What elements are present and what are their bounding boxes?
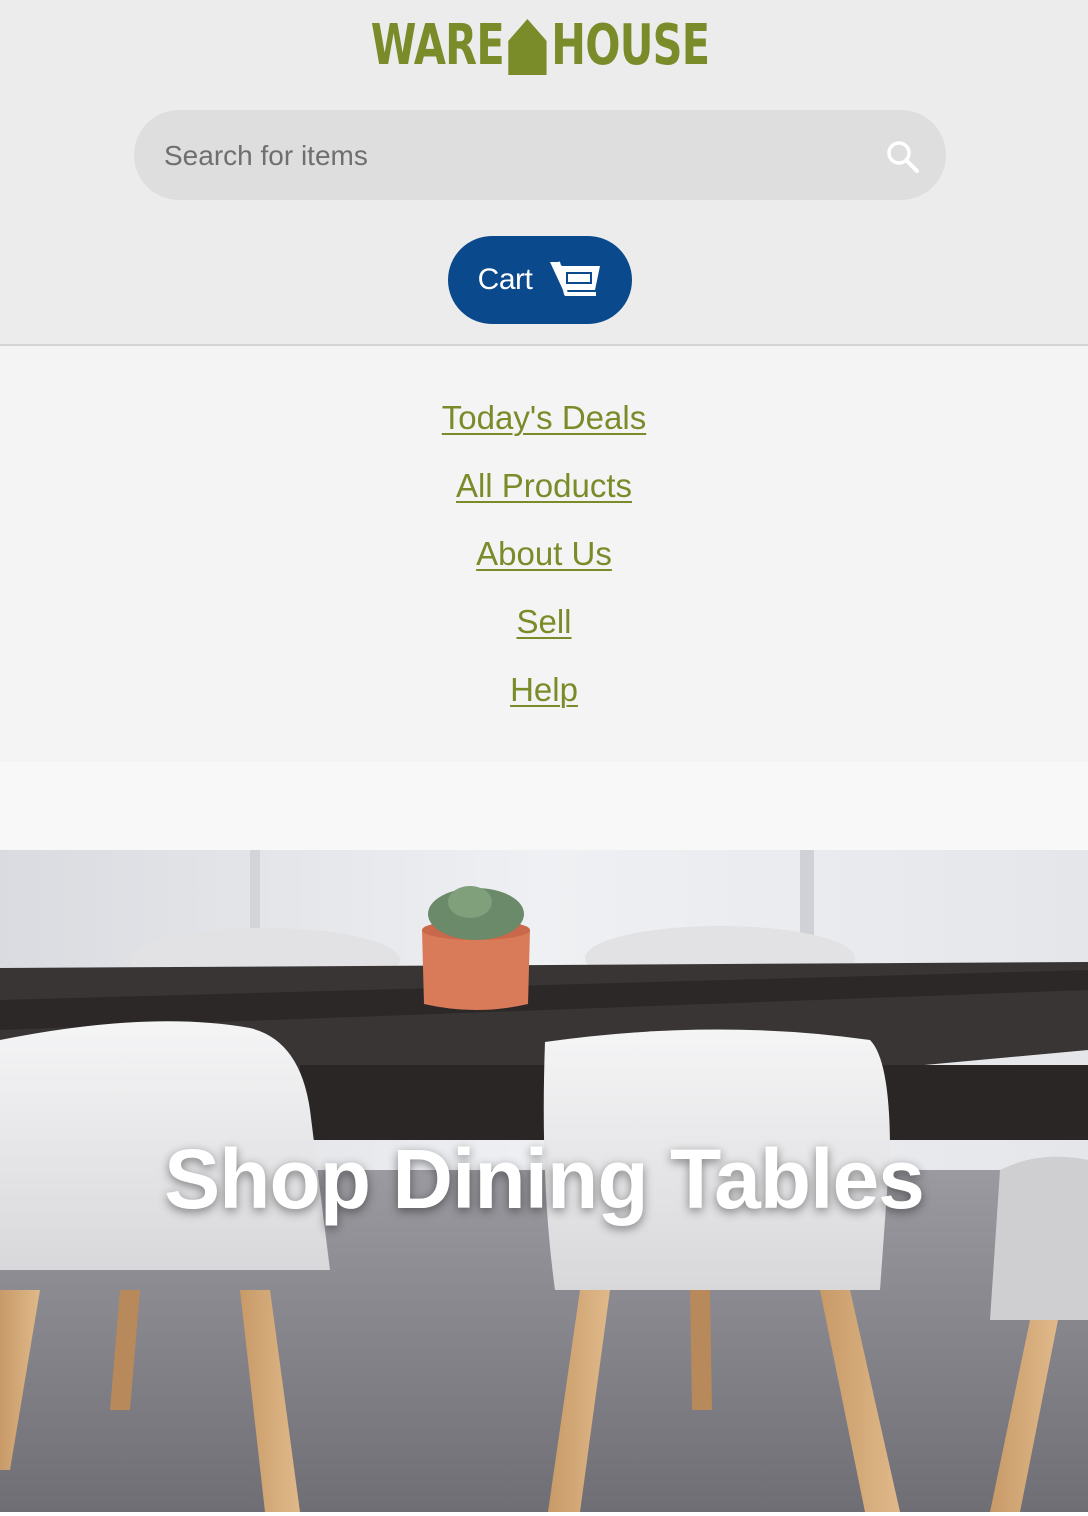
nav-link-sell[interactable]: Sell xyxy=(516,603,571,640)
nav-item-todays-deals: Today's Deals xyxy=(0,398,1088,438)
nav-link-todays-deals[interactable]: Today's Deals xyxy=(442,399,646,436)
shopping-cart-icon xyxy=(548,258,602,302)
cart-label: Cart xyxy=(477,263,533,296)
hero-title: Shop Dining Tables xyxy=(164,1132,925,1226)
search-input[interactable] xyxy=(162,110,866,202)
hero-banner[interactable]: Shop Dining Tables xyxy=(0,850,1088,1512)
nav-link-about-us[interactable]: About Us xyxy=(476,535,612,572)
nav-item-about-us: About Us xyxy=(0,534,1088,574)
nav-link-help[interactable]: Help xyxy=(510,671,578,708)
house-icon xyxy=(508,17,547,75)
nav-item-help: Help xyxy=(0,670,1088,710)
nav-item-all-products: All Products xyxy=(0,466,1088,506)
warehouse-logo[interactable]: WARE HOUSE xyxy=(371,16,710,76)
search-bar xyxy=(134,110,946,202)
cart-button[interactable]: Cart xyxy=(448,236,632,324)
nav-link-all-products[interactable]: All Products xyxy=(456,467,632,504)
logo-text-right: HOUSE xyxy=(551,13,710,78)
logo-text-left: WARE xyxy=(370,13,505,78)
section-spacer xyxy=(0,762,1088,850)
nav-item-sell: Sell xyxy=(0,602,1088,642)
search-icon[interactable] xyxy=(886,140,920,174)
site-header: WARE HOUSE Cart xyxy=(0,0,1088,346)
main-nav: Today's Deals All Products About Us Sell… xyxy=(0,346,1088,762)
